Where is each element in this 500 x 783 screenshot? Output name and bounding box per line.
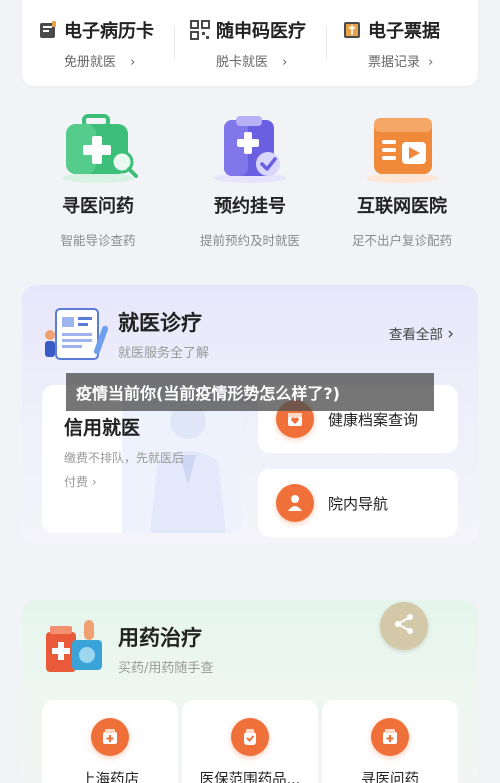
- service-electronic-receipt[interactable]: 电子票据 票据记录 ›: [326, 0, 478, 86]
- quick-service-subtitle: 足不出户复诊配药: [351, 233, 452, 248]
- item-label: 院内导航: [328, 494, 389, 513]
- item-label: 寻医问药: [361, 772, 419, 783]
- quick-service-title: 寻医问药: [62, 196, 134, 217]
- appointment-clipboard-icon: [204, 112, 296, 184]
- medicine-search-icon: [371, 718, 409, 756]
- quick-services-grid: 寻医问药 智能导诊查药 预约挂号 提前预约及时就医 互联网医院 足不出户复诊配药: [22, 112, 478, 249]
- insured-drug-scope-button[interactable]: 医保范围药品...: [182, 700, 318, 783]
- service-electronic-medical-card[interactable]: 电子病历卡 免册就医 ›: [22, 0, 174, 86]
- medical-treatment-panel: 就医诊疗 就医服务全了解 查看全部 › 信用就医 缴费不排队，先就医后 付费 ›…: [22, 285, 478, 545]
- service-title: 随申码医疗: [216, 20, 306, 42]
- medicine-panel-icon: [42, 614, 112, 678]
- share-button[interactable]: [380, 602, 428, 650]
- service-title: 电子病历卡: [64, 20, 154, 42]
- quick-service-subtitle: 提前预约及时就医: [199, 233, 300, 248]
- medical-kit-search-icon: [52, 112, 144, 184]
- view-all-link[interactable]: 查看全部 ›: [389, 323, 454, 344]
- chevron-right-icon: ›: [428, 54, 434, 70]
- quick-service-appointment[interactable]: 预约挂号 提前预约及时就医: [174, 112, 326, 249]
- share-icon: [392, 612, 416, 640]
- chevron-right-icon: ›: [130, 54, 136, 70]
- panel-title: 就医诊疗: [118, 311, 202, 335]
- qr-code-icon: [190, 19, 210, 40]
- quick-service-online-hospital[interactable]: 互联网医院 足不出户复诊配药: [326, 112, 478, 249]
- insured-drug-icon: [231, 718, 269, 756]
- panel-title: 用药治疗: [118, 626, 202, 650]
- credit-medical-title: 信用就医: [64, 417, 141, 439]
- shanghai-pharmacy-button[interactable]: 上海药店: [42, 700, 178, 783]
- chevron-right-icon: ›: [282, 54, 288, 70]
- item-label: 健康档案查询: [328, 410, 419, 429]
- item-label: 上海药店: [81, 772, 139, 783]
- view-all-label: 查看全部: [388, 327, 443, 343]
- person-navigation-icon: [276, 484, 314, 522]
- service-subtitle: 脱卡就医: [216, 54, 269, 70]
- quick-service-find-doctor[interactable]: 寻医问药 智能导诊查药: [22, 112, 174, 249]
- top-services-card: 电子病历卡 免册就医 › 随申码医疗 脱卡就医 › 电子票据 票据记录 ›: [22, 0, 478, 86]
- credit-medical-pay: 付费 ›: [64, 475, 97, 489]
- service-subtitle: 票据记录: [368, 54, 421, 70]
- service-health-code-medical[interactable]: 随申码医疗 脱卡就医 ›: [174, 0, 326, 86]
- quick-service-subtitle: 智能导诊查药: [60, 233, 136, 248]
- panel-subtitle: 就医服务全了解: [118, 346, 210, 361]
- item-label: 医保范围药品...: [199, 772, 301, 783]
- find-doctor-medicine-button[interactable]: 寻医问药: [322, 700, 458, 783]
- quick-service-title: 预约挂号: [214, 196, 286, 217]
- service-subtitle: 免册就医: [64, 54, 117, 70]
- service-title: 电子票据: [368, 20, 440, 42]
- receipt-icon: [342, 20, 362, 40]
- card-icon: [38, 20, 58, 40]
- quick-service-title: 互联网医院: [357, 196, 447, 217]
- article-title-banner: 疫情当前你(当前疫情形势怎么样了?): [66, 373, 434, 411]
- chevron-right-icon: ›: [447, 324, 454, 344]
- pharmacy-icon: [91, 718, 129, 756]
- panel-subtitle: 买药/用药随手查: [118, 661, 214, 676]
- credit-medical-desc: 缴费不排队，先就医后: [64, 451, 185, 465]
- online-hospital-icon: [356, 112, 448, 184]
- medical-panel-icon: [40, 305, 110, 365]
- hospital-navigation-button[interactable]: 院内导航: [258, 469, 458, 537]
